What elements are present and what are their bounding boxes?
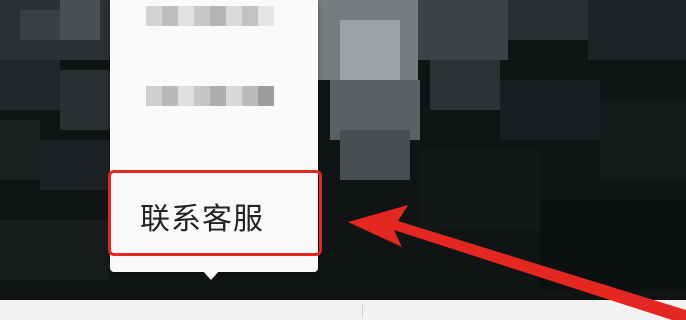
bottom-toolbar bbox=[0, 300, 686, 320]
menu-caret bbox=[202, 270, 220, 280]
pixelated-background bbox=[0, 0, 686, 320]
blurred-menu-item[interactable] bbox=[146, 86, 274, 106]
blurred-menu-item[interactable] bbox=[146, 6, 274, 26]
toolbar-divider bbox=[362, 304, 363, 318]
contact-support-menu-item[interactable]: 联系客服 bbox=[140, 194, 264, 238]
